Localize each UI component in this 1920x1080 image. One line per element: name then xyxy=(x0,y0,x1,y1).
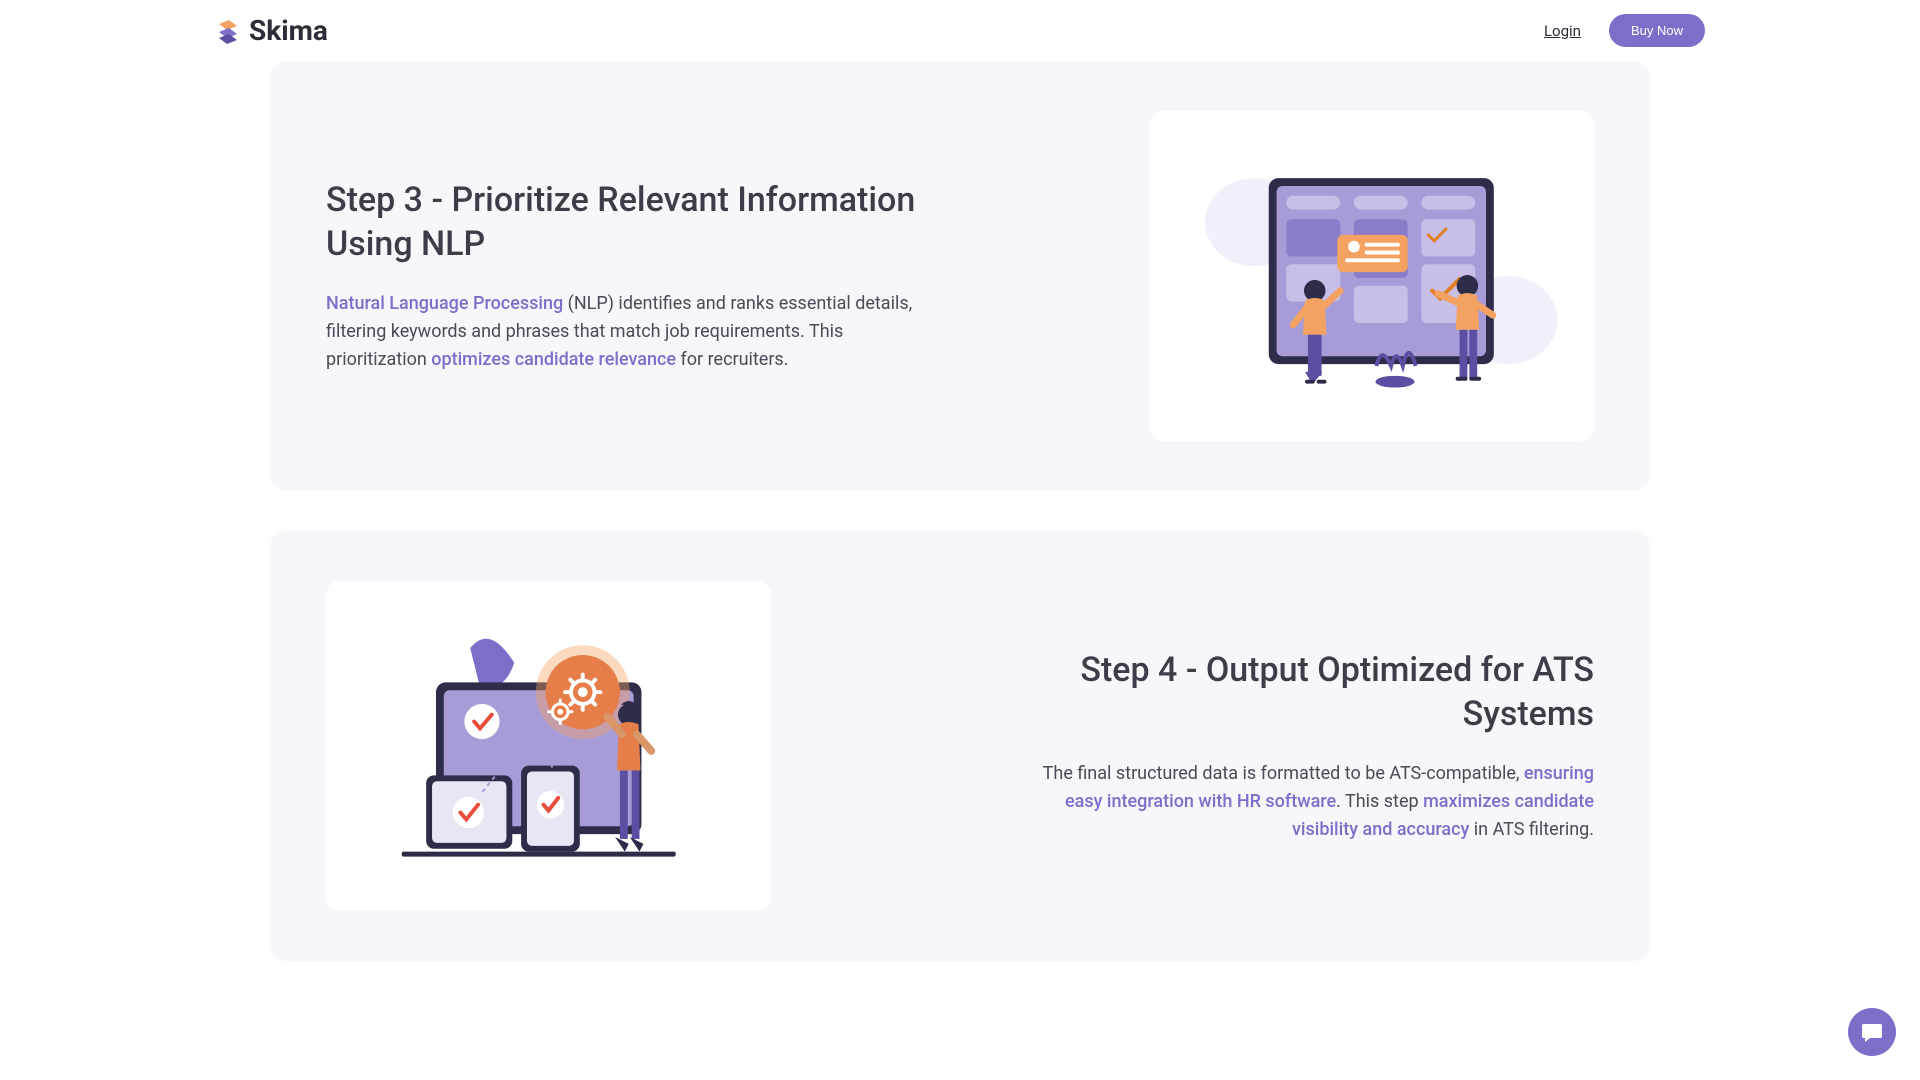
chat-icon xyxy=(1860,1020,1884,1044)
content: Step 3 - Prioritize Relevant Information… xyxy=(0,61,1920,1041)
nlp-link[interactable]: Natural Language Processing xyxy=(326,293,563,314)
login-link[interactable]: Login xyxy=(1544,22,1581,40)
step-3-description: Natural Language Processing (NLP) identi… xyxy=(326,290,916,374)
optimize-link[interactable]: optimizes candidate relevance xyxy=(431,349,676,370)
navbar: Skima Login Buy Now xyxy=(0,0,1920,61)
step-3-text: Step 3 - Prioritize Relevant Information… xyxy=(326,178,916,374)
ats-illustration-icon xyxy=(354,609,743,883)
nav-right: Login Buy Now xyxy=(1544,14,1705,47)
brand-name: Skima xyxy=(249,14,328,47)
step-4-description: The final structured data is formatted t… xyxy=(1004,760,1594,844)
logo[interactable]: Skima xyxy=(215,14,328,47)
step-3-illustration xyxy=(1149,111,1594,441)
chat-widget-button[interactable] xyxy=(1848,1008,1896,1056)
step-4-title: Step 4 - Output Optimized for ATS System… xyxy=(1004,648,1594,736)
step-4-text: Step 4 - Output Optimized for ATS System… xyxy=(1004,648,1594,844)
kanban-illustration-icon xyxy=(1177,139,1566,413)
buy-button[interactable]: Buy Now xyxy=(1609,14,1705,47)
logo-icon xyxy=(215,18,241,44)
step-4-illustration xyxy=(326,581,771,911)
step-3-title: Step 3 - Prioritize Relevant Information… xyxy=(326,178,916,266)
step-3-card: Step 3 - Prioritize Relevant Information… xyxy=(270,61,1650,491)
step-4-card: Step 4 - Output Optimized for ATS System… xyxy=(270,531,1650,961)
